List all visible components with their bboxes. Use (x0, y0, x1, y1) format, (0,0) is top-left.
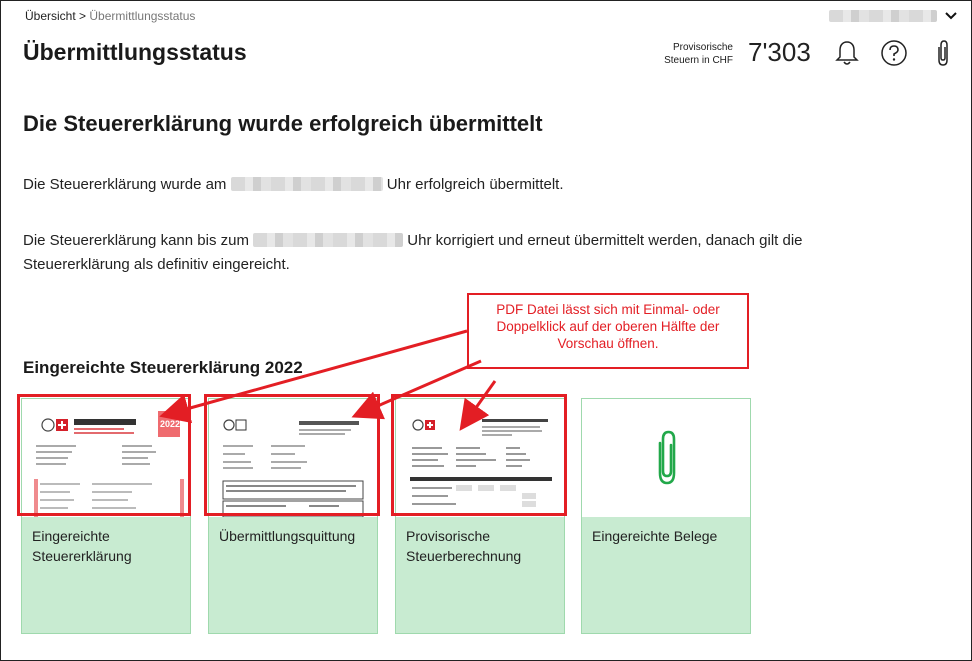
breadcrumb-current: Übermittlungsstatus (89, 9, 196, 23)
submission-text: Die Steuererklärung wurde am Uhr erfolgr… (23, 173, 564, 197)
breadcrumb-home[interactable]: Übersicht (25, 9, 76, 23)
card-belege[interactable]: Eingereichte Belege (581, 398, 751, 634)
breadcrumb: Übersicht > Übermittlungsstatus (25, 9, 195, 23)
window-frame: Übersicht > Übermittlungsstatus Übermitt… (0, 0, 972, 661)
correction-text-end: Uhr korrigiert und erneut übermittelt we… (407, 232, 803, 249)
submission-date-blurred (230, 177, 383, 191)
highlight-box (391, 394, 567, 516)
user-menu[interactable] (829, 10, 957, 22)
card-label: Provisorische Steuerberechnung (406, 528, 522, 564)
correction-text-line2: Steuererklärung als definitiv eingereich… (23, 256, 290, 273)
bell-icon[interactable] (833, 39, 861, 67)
paperclip-icon (658, 430, 676, 485)
help-icon[interactable] (880, 39, 908, 67)
card-label: Übermittlungsquittung (219, 528, 356, 544)
paperclip-icon[interactable] (929, 39, 957, 67)
correction-text: Die Steuererklärung kann bis zum Uhr kor… (23, 229, 803, 277)
attachments-preview[interactable] (582, 399, 750, 517)
correction-date-blurred (253, 233, 404, 247)
breadcrumb-separator: > (79, 9, 87, 23)
user-name-blurred (829, 10, 937, 22)
submission-text-end: Uhr erfolgreich übermittelt. (386, 176, 564, 193)
highlight-box (17, 394, 191, 516)
submission-text-start: Die Steuererklärung wurde am (23, 176, 227, 193)
annotation-callout: PDF Datei lässt sich mit Einmal- oder Do… (467, 293, 749, 369)
section-title: Eingereichte Steuererklärung 2022 (23, 358, 303, 377)
card-label: Eingereichte Steuererklärung (32, 528, 132, 564)
card-label: Eingereichte Belege (592, 528, 718, 544)
tax-value: 7'303 (748, 37, 811, 67)
chevron-down-icon (945, 12, 957, 20)
success-heading: Die Steuererklärung wurde erfolgreich üb… (23, 111, 543, 136)
correction-text-start: Die Steuererklärung kann bis zum (23, 232, 249, 249)
page-title: Übermittlungsstatus (23, 39, 247, 65)
tax-label: Provisorische Steuern in CHF (664, 42, 733, 66)
highlight-box (204, 394, 380, 516)
